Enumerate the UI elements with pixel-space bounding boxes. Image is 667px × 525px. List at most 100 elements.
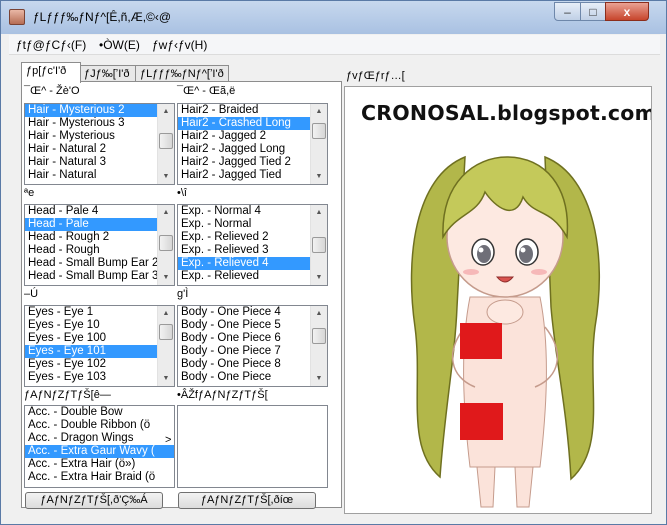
listbox-equipped-accessories[interactable] (177, 405, 328, 488)
list-item[interactable]: Head - Small Bump Ear 3 (25, 270, 174, 283)
scroll-down-icon[interactable]: ▼ (158, 270, 174, 285)
scrollbar[interactable]: ▲ ▼ (310, 205, 327, 285)
list-item[interactable]: Eyes - Eye 101 (25, 345, 174, 358)
list-item[interactable]: Hair2 - Crashed Long (178, 117, 327, 130)
list-item[interactable]: Eyes - Eye 1 (25, 306, 174, 319)
list-item[interactable]: Hair - Natural 2 (25, 143, 174, 156)
scroll-thumb[interactable] (312, 123, 326, 139)
scroll-up-icon[interactable]: ▲ (311, 306, 327, 321)
list-item[interactable]: Hair2 - Jagged Tied (178, 169, 327, 182)
list-item[interactable]: Hair - Mysterious 2 (25, 104, 174, 117)
scroll-up-icon[interactable]: ▲ (158, 306, 174, 321)
scrollbar[interactable]: ▲ ▼ (157, 306, 174, 386)
list-item[interactable]: Acc. - Double Ribbon (ö (25, 419, 174, 432)
listbox-body[interactable]: Body - One Piece 4 Body - One Piece 5 Bo… (177, 305, 328, 387)
list-item[interactable]: Hair - Natural (25, 169, 174, 182)
scroll-up-icon[interactable]: ▲ (311, 104, 327, 119)
remove-accessory-button[interactable]: ƒAƒNƒZƒTƒŠ[,ðíœ (178, 492, 316, 509)
group-label-accessory-list: ƒAƒNƒZƒTƒŠ[ê— (24, 389, 111, 401)
listbox-head[interactable]: Head - Pale 4 Head - Pale Head - Rough 2… (24, 204, 175, 286)
list-item[interactable]: Hair2 - Jagged Tied 2 (178, 156, 327, 169)
listbox-hair-back[interactable]: Hair2 - Braided Hair2 - Crashed Long Hai… (177, 103, 328, 185)
list-item[interactable]: Body - One Piece (178, 371, 327, 384)
list-item[interactable]: Body - One Piece 8 (178, 358, 327, 371)
scroll-thumb[interactable] (159, 235, 173, 251)
close-button[interactable]: x (605, 2, 649, 21)
list-item[interactable]: Body - One Piece 7 (178, 345, 327, 358)
client-area: ƒp[ƒc'I'ð ƒJƒ‰[ʼI'ð ƒLƒƒƒ‰ƒNƒ^[ʼI'ð ¯Œ^ … (9, 56, 660, 518)
scroll-thumb[interactable] (312, 328, 326, 344)
maximize-button[interactable]: □ (580, 2, 606, 21)
censor-bar (460, 323, 502, 359)
list-item[interactable]: Head - Rough (25, 244, 174, 257)
window-title: ƒLƒƒƒ‰ƒNƒ^[Ȇ,ñ,Æ,©‹@ (33, 10, 172, 24)
list-item[interactable]: Hair - Mysterious (25, 130, 174, 143)
tab-colors[interactable]: ƒJƒ‰[ʼI'ð (79, 65, 137, 82)
minimize-button[interactable]: – (554, 2, 581, 21)
scrollbar[interactable]: ▲ ▼ (310, 306, 327, 386)
group-label-eyes: –Ú (24, 288, 39, 300)
list-item[interactable]: Head - Pale (25, 218, 174, 231)
list-item[interactable]: Acc. - Extra Gaur Wavy ( (25, 445, 174, 458)
list-item[interactable]: Hair2 - Braided (178, 104, 327, 117)
list-item[interactable]: Acc. - Double Bow (25, 406, 174, 419)
listbox-hair-front[interactable]: Hair - Mysterious 2 Hair - Mysterious 3 … (24, 103, 175, 185)
menu-help[interactable]: ƒwƒ‹ƒv(H) (152, 38, 207, 52)
list-item[interactable]: Body - One Piece 5 (178, 319, 327, 332)
scrollbar[interactable]: ▲ ▼ (157, 104, 174, 184)
move-right-button[interactable]: > (165, 434, 171, 446)
listbox-accessories[interactable]: Acc. - Double Bow Acc. - Double Ribbon (… (24, 405, 175, 488)
tab-characters[interactable]: ƒLƒƒƒ‰ƒNƒ^[ʼI'ð (135, 65, 229, 82)
scroll-thumb[interactable] (159, 324, 173, 340)
list-item[interactable]: Eyes - Eye 10 (25, 319, 174, 332)
scroll-down-icon[interactable]: ▼ (158, 371, 174, 386)
list-item[interactable]: Head - Small Bump Ear 2 (25, 257, 174, 270)
list-item[interactable]: Exp. - Relieved 4 (178, 257, 327, 270)
group-label-equipped-accessories: •ÂŽfƒAƒNƒZƒTƒŠ[ (177, 389, 268, 401)
app-icon (9, 9, 25, 25)
scroll-thumb[interactable] (159, 133, 173, 149)
list-item[interactable]: Exp. - Relieved 2 (178, 231, 327, 244)
scroll-up-icon[interactable]: ▲ (158, 205, 174, 220)
listbox-eyes[interactable]: Eyes - Eye 1 Eyes - Eye 10 Eyes - Eye 10… (24, 305, 175, 387)
preview-label: ƒvƒŒƒrƒ…[ (346, 70, 405, 82)
scroll-down-icon[interactable]: ▼ (311, 169, 327, 184)
list-item[interactable]: Head - Rough 2 (25, 231, 174, 244)
scroll-up-icon[interactable]: ▲ (311, 205, 327, 220)
list-item[interactable]: Exp. - Relieved (178, 270, 327, 283)
menu-file[interactable]: ƒtƒ@ƒCƒ‹(F) (16, 38, 86, 52)
parts-panel: ¯Œ^ - Žè'O Hair - Mysterious 2 Hair - My… (21, 81, 342, 509)
list-item[interactable]: Hair - Mysterious 3 (25, 117, 174, 130)
list-item[interactable]: Hair2 - Jagged Long (178, 143, 327, 156)
list-item[interactable]: Body - One Piece 4 (178, 306, 327, 319)
tab-parts[interactable]: ƒp[ƒc'I'ð (21, 62, 81, 83)
scroll-down-icon[interactable]: ▼ (311, 270, 327, 285)
list-item[interactable]: Hair2 - Jagged 2 (178, 130, 327, 143)
title-bar[interactable]: ƒLƒƒƒ‰ƒNƒ^[Ȇ,ñ,Æ,©‹@ – □ x (1, 1, 666, 34)
character-preview: CRONOSAL.blogspot.com (344, 86, 652, 514)
list-item[interactable]: Eyes - Eye 103 (25, 371, 174, 384)
scroll-thumb[interactable] (312, 237, 326, 253)
scrollbar[interactable]: ▲ ▼ (157, 205, 174, 285)
list-item[interactable]: Body - One Piece 6 (178, 332, 327, 345)
list-item[interactable]: Exp. - Normal (178, 218, 327, 231)
scrollbar[interactable]: ▲ ▼ (310, 104, 327, 184)
group-label-expression: •\î (177, 187, 187, 199)
list-item[interactable]: Acc. - Extra Hair Braid (ö (25, 471, 174, 484)
list-item[interactable]: Acc. - Extra Hair (ö») (25, 458, 174, 471)
list-item[interactable]: Hair - Natural 3 (25, 156, 174, 169)
scroll-down-icon[interactable]: ▼ (311, 371, 327, 386)
list-item[interactable]: Acc. - Dragon Wings (25, 432, 174, 445)
list-item[interactable]: Exp. - Normal 4 (178, 205, 327, 218)
list-item[interactable]: Eyes - Eye 102 (25, 358, 174, 371)
listbox-expression[interactable]: Exp. - Normal 4 Exp. - Normal Exp. - Rel… (177, 204, 328, 286)
character-illustration (410, 155, 600, 508)
add-accessory-button[interactable]: ƒAƒNƒZƒTƒŠ[,ð'Ç‰Á (25, 492, 163, 509)
list-item[interactable]: Head - Pale 4 (25, 205, 174, 218)
list-item[interactable]: Exp. - Relieved 3 (178, 244, 327, 257)
scroll-down-icon[interactable]: ▼ (158, 169, 174, 184)
scroll-up-icon[interactable]: ▲ (158, 104, 174, 119)
menu-bar: ƒtƒ@ƒCƒ‹(F) •ÒW(E) ƒwƒ‹ƒv(H) (9, 35, 660, 55)
menu-edit[interactable]: •ÒW(E) (99, 38, 140, 52)
list-item[interactable]: Eyes - Eye 100 (25, 332, 174, 345)
